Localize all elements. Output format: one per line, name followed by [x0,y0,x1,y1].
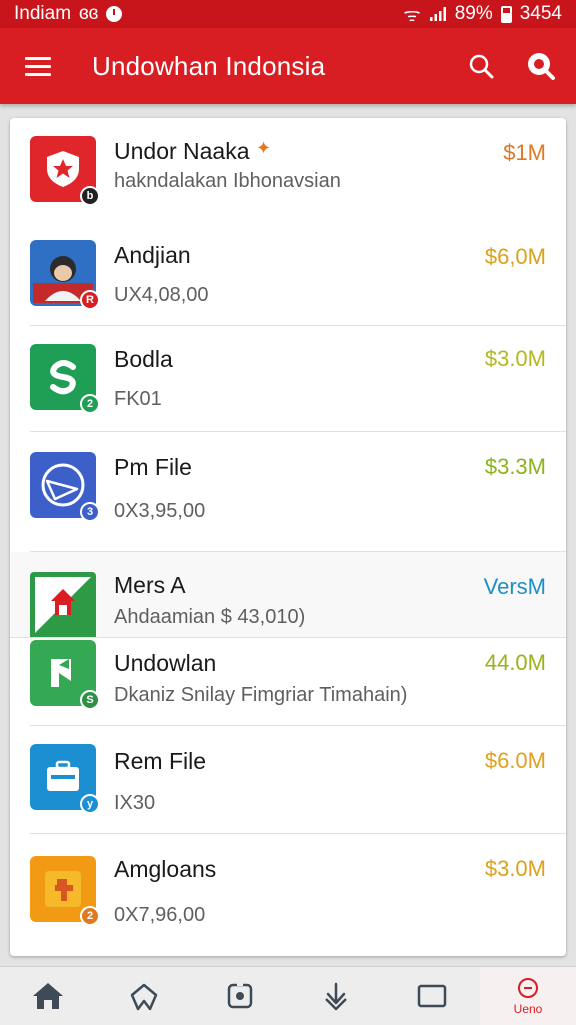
nav-square[interactable] [384,967,480,1025]
search-icon[interactable] [456,28,506,104]
app-subtitle: UX4,08,00 [114,284,209,306]
green-s-icon: 2 [30,344,100,414]
nav-screenshot[interactable] [192,967,288,1025]
signal-icon [429,7,446,21]
app-name: Bodla [114,346,173,372]
clock-icon [518,978,538,998]
nav-bookmark[interactable] [96,967,192,1025]
app-name: Undowlan [114,650,217,676]
battery-percent: 89% [454,3,493,24]
app-price: $3.0M [484,856,546,881]
list-item[interactable]: b Undor Naaka ✦ hakndalakan Ibhonavsian … [10,118,566,226]
app-price: 44.0M [484,650,546,675]
status-left-text: Indiam [14,3,72,24]
app-price: VersM [483,574,546,599]
app-badge: b [80,186,100,206]
app-bar: Undowhan Indonsia [0,28,576,104]
screenshot-icon [227,982,253,1009]
battery-icon [500,5,512,23]
app-price: $3.0M [484,346,546,371]
app-subtitle: 0X7,96,00 [114,904,206,926]
app-name: Amgloans [114,856,217,882]
app-subtitle: IX30 [114,792,156,814]
home-icon [33,983,63,1009]
app-subtitle: Dkaniz Snilay Fimgriar Timahain) [114,684,408,706]
list-item[interactable]: 2 Amgloans 0X7,96,00 $3.0M [10,834,566,956]
nav-ueno[interactable]: Ueno [480,967,576,1025]
app-name: Undor Naaka [114,138,250,164]
status-left-extra: ɞɞ [79,3,99,24]
app-subtitle: 0X3,95,00 [114,500,206,522]
alarm-icon [106,6,123,22]
app-subtitle: hakndalakan Ibhonavsian [114,170,341,192]
status-bar: Indiam ɞɞ ᯤ 89% 3454 [0,0,576,28]
download-icon [325,982,347,1011]
app-subtitle: FK01 [114,388,162,410]
hamburger-icon[interactable] [8,28,68,104]
page-title: Undowhan Indonsia [92,50,326,81]
compass-icon: 3 [30,452,100,522]
app-price: $3.3M [484,454,546,479]
wifi-icon: ᯤ [403,5,421,26]
app-name: Andjian [114,242,191,268]
app-badge: 3 [80,502,100,522]
status-time: 3454 [519,3,562,24]
avatar-photo-icon: R [30,240,100,310]
list-item[interactable]: 2 Bodla FK01 $3.0M [10,326,566,432]
home-map-icon [30,572,96,638]
app-badge: y [80,794,100,814]
app-badge: 2 [80,906,100,926]
bookmark-icon [130,983,158,1011]
briefcase-icon: y [30,744,100,814]
list-item[interactable]: R Andjian UX4,08,00 $6,0M [10,226,566,326]
app-price: $1M [503,140,546,165]
app-name: Mers A [114,572,186,598]
nav-download[interactable] [288,967,384,1025]
app-price: $6.0M [484,748,546,773]
green-flag-icon: S [30,640,100,710]
nav-home[interactable] [0,967,96,1025]
list-item[interactable]: y Rem File IX30 $6.0M [10,726,566,834]
app-subtitle: Ahdaamian $ 43,010) [114,606,306,628]
list-item[interactable]: Mers A Ahdaamian $ 43,010) VersM [10,552,566,638]
bottom-nav: Ueno [0,966,576,1025]
app-badge: 2 [80,394,100,414]
shield-star-icon: b [30,136,100,206]
spark-icon: ✦ [256,138,272,158]
nav-label: Ueno [513,1002,543,1016]
list-item[interactable]: S Undowlan Dkaniz Snilay Fimgriar Timaha… [10,638,566,726]
app-badge: R [80,290,100,310]
app-list: b Undor Naaka ✦ hakndalakan Ibhonavsian … [10,118,566,956]
app-name: Rem File [114,748,207,774]
app-name: Pm File [114,454,192,480]
search-filled-icon[interactable] [516,28,566,104]
list-item[interactable]: 3 Pm File 0X3,95,00 $3.3M [10,432,566,552]
app-badge: S [80,690,100,710]
square-icon [417,984,447,1008]
orange-t-icon: 2 [30,856,100,926]
app-price: $6,0M [484,244,546,269]
